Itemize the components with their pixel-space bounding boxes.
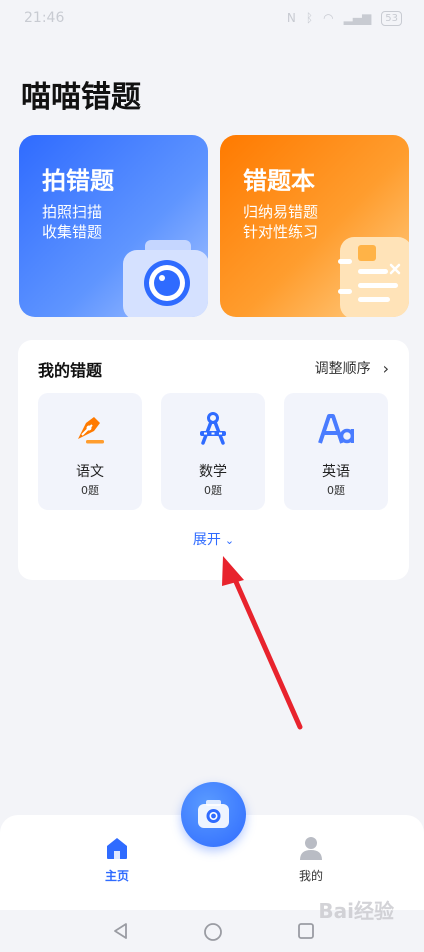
capture-card-line1: 拍照扫描 — [42, 203, 103, 221]
camera-illustration-icon — [123, 240, 208, 317]
my-mistakes-panel: 我的错题 调整顺序 › 语文 0题 数学 0题 英语 0题 展开 ⌄ — [18, 340, 409, 580]
compass-icon — [200, 412, 226, 445]
nav-mine[interactable]: 我的 — [281, 835, 341, 884]
notebook-illustration-icon — [338, 237, 409, 317]
status-bar: 21:46 N ᛒ ◠ ▂▄▆ 53 — [0, 0, 424, 36]
wifi-icon: ◠ — [323, 11, 334, 25]
capture-mistake-card[interactable]: 拍错题 拍照扫描 收集错题 — [19, 135, 208, 317]
recents-icon[interactable] — [297, 922, 315, 940]
subject-english[interactable]: 英语 0题 — [284, 393, 388, 510]
status-icons: N ᛒ ◠ ▂▄▆ 53 — [286, 10, 402, 26]
camera-icon — [198, 800, 229, 828]
home-icon — [107, 838, 127, 859]
bluetooth-icon: ᛒ — [305, 11, 314, 25]
back-icon[interactable] — [112, 922, 130, 940]
battery-icon: 53 — [381, 10, 402, 26]
notebook-card-title: 错题本 — [243, 167, 315, 195]
pen-icon — [78, 417, 104, 444]
subject-name: 数学 — [199, 464, 227, 480]
chevron-right-icon: › — [382, 358, 389, 378]
reorder-label: 调整顺序 — [314, 361, 371, 377]
home-circle-icon[interactable] — [203, 922, 223, 942]
chevron-down-icon: ⌄ — [224, 534, 235, 547]
subject-chinese[interactable]: 语文 0题 — [38, 393, 142, 510]
signal-icon: ▂▄▆ — [343, 11, 372, 25]
subject-count: 0题 — [327, 484, 345, 497]
page-title: 喵喵错题 — [21, 80, 141, 115]
capture-card-line2: 收集错题 — [42, 223, 103, 241]
camera-fab-button[interactable] — [181, 782, 246, 847]
user-icon — [300, 837, 322, 860]
expand-label: 展开 — [192, 532, 221, 548]
notebook-card-line2: 针对性练习 — [243, 223, 319, 241]
nfc-icon: N — [286, 11, 296, 25]
subject-count: 0题 — [204, 484, 222, 497]
expand-button[interactable]: 展开 ⌄ — [18, 529, 409, 549]
nav-mine-label: 我的 — [298, 869, 323, 883]
subject-name: 语文 — [76, 464, 104, 480]
nav-home[interactable]: 主页 — [87, 835, 147, 884]
subject-count: 0题 — [81, 484, 99, 497]
nav-home-label: 主页 — [104, 869, 129, 883]
notebook-card-line1: 归纳易错题 — [243, 203, 319, 221]
mistake-notebook-card[interactable]: 错题本 归纳易错题 针对性练习 — [220, 135, 409, 317]
capture-card-title: 拍错题 — [42, 167, 114, 195]
watermark: Bai经验 — [318, 899, 394, 923]
my-mistakes-title: 我的错题 — [38, 361, 103, 380]
subject-name: 英语 — [322, 464, 350, 480]
status-time: 21:46 — [24, 10, 65, 26]
subject-math[interactable]: 数学 0题 — [161, 393, 265, 510]
letters-icon — [318, 414, 354, 444]
reorder-button[interactable]: 调整顺序 › — [315, 358, 389, 378]
